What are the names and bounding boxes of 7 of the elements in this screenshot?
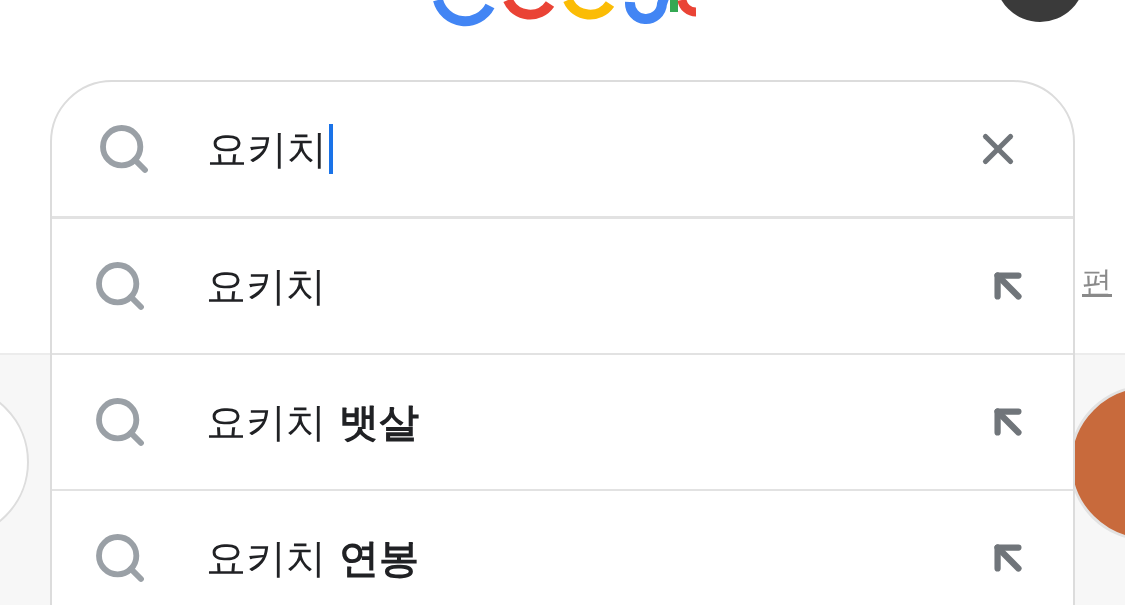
- suggestion-text: 요키치 연봉: [206, 533, 420, 583]
- suggestion-item[interactable]: 요키치 연봉: [52, 491, 1073, 605]
- suggestion-text: 요키치: [206, 261, 327, 311]
- suggestion-text: 요키치 뱃살: [206, 397, 420, 447]
- search-field[interactable]: 요키치: [207, 121, 973, 177]
- suggestion-item[interactable]: 요키치: [52, 219, 1073, 355]
- suggestion-item[interactable]: 요키치 뱃살: [52, 355, 1073, 491]
